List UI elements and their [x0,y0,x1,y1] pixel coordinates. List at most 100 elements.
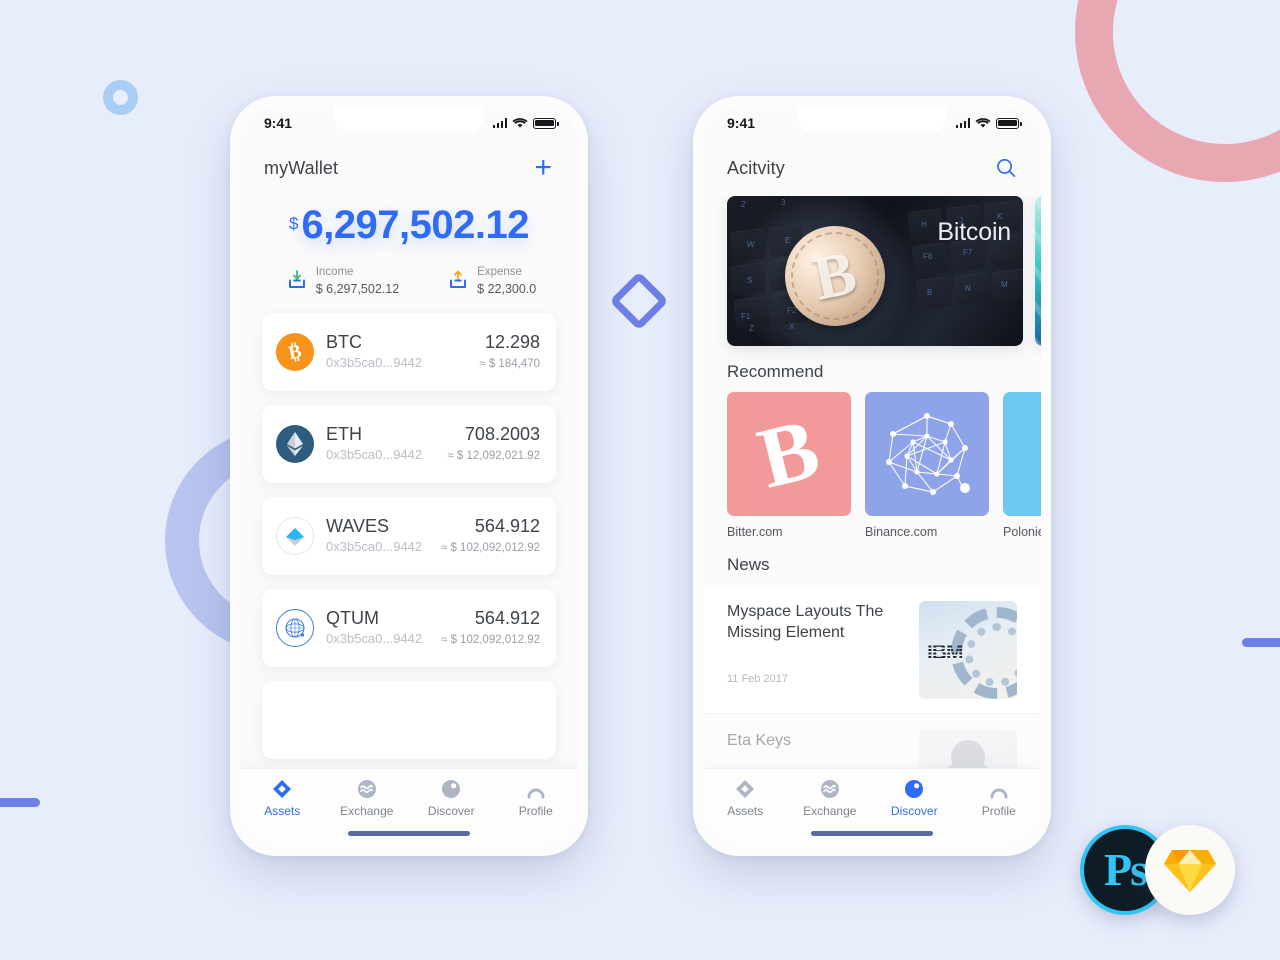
asset-fiat: ≈ $ 102,092,012.92 [440,633,540,646]
banner-bitcoin-keyboard[interactable]: F1 W S E F2 2 3 H J K B N M F6 F7 Z X B … [727,196,1023,346]
table-row[interactable]: QTUM 0x3b5ca0...9442 564.912 ≈ $ 102,092… [262,588,556,667]
cellular-signal-icon [492,118,507,128]
phone-discover: 9:41 Acitvity F1 W S E F2 2 3 H J K B N … [693,96,1051,856]
list-item[interactable]: Myspace Layouts The Missing Element 11 F… [703,585,1041,714]
decorative-diamond-icon [609,271,669,331]
discover-screen: 9:41 Acitvity F1 W S E F2 2 3 H J K B N … [703,106,1041,846]
balance-currency: $ [288,214,299,233]
page-title: myWallet [264,157,339,178]
asset-fiat: ≈ $ 102,092,012.92 [440,541,540,554]
income-icon [288,270,305,289]
wifi-icon [975,118,991,128]
asset-symbol: WAVES [326,516,390,537]
tab-assets[interactable]: Assets [710,779,780,818]
expense-label: Expense [477,266,522,278]
decorative-pink-ring [1075,0,1280,182]
asset-quantity: 708.2003 [464,424,540,445]
banner-caption: Bitcoin [937,218,1011,246]
recommend-title: Recommend [727,362,824,381]
home-indicator[interactable] [811,831,933,836]
wifi-icon [512,118,528,128]
tab-label: Profile [518,804,553,818]
asset-address: 0x3b5ca0...9442 [326,538,423,554]
add-wallet-button[interactable]: + [532,153,554,183]
sketch-badge [1145,825,1235,915]
tab-label: Profile [981,804,1016,818]
discover-tabbar[interactable]: Assets Exchange Discover Profile [703,768,1041,846]
status-time: 9:41 [727,115,756,131]
discover-body: F1 W S E F2 2 3 H J K B N M F6 F7 Z X B … [703,196,1041,768]
table-row[interactable]: ETH 0x3b5ca0...9442 708.2003 ≈ $ 12,092,… [262,404,556,483]
profile-icon [527,788,545,799]
waves-icon [276,516,314,555]
tab-assets[interactable]: Assets [247,779,317,818]
banner-carousel[interactable]: F1 W S E F2 2 3 H J K B N M F6 F7 Z X B … [703,196,1041,346]
recommend-row[interactable]: B Bitter.com Binance.com Poloni [703,392,1041,539]
flows-row: Income $ 6,297,502.12 Expense $ 22,300.0 [240,262,578,299]
photoshop-label: Ps [1104,844,1148,895]
expense-icon [450,270,467,289]
asset-address: 0x3b5ca0...9442 [326,446,423,462]
tab-label: Discover [890,804,938,818]
income-label: Income [315,266,354,278]
poloniex-icon [1003,392,1041,516]
asset-quantity: 564.912 [474,608,540,629]
tab-label: Assets [264,804,301,818]
tab-label: Exchange [340,804,394,818]
asset-quantity: 564.912 [474,516,540,537]
tab-label: Exchange [803,804,857,818]
tab-profile[interactable]: Profile [501,779,571,818]
battery-icon [996,117,1022,129]
wallet-header: myWallet + [240,140,578,196]
income-value: $ 6,297,502.12 [315,282,400,297]
page-title: Acitvity [727,157,785,178]
qtum-icon [276,608,314,647]
tab-exchange[interactable]: Exchange [332,779,402,818]
news-list[interactable]: Myspace Layouts The Missing Element 11 F… [703,585,1041,768]
asset-address: 0x3b5ca0...9442 [326,630,423,646]
discover-icon [905,780,924,798]
tab-discover[interactable]: Discover [416,779,486,818]
tab-exchange[interactable]: Exchange [795,779,865,818]
wallet-screen: 9:41 myWallet + $ 6,297,502.12 Income $ … [240,106,578,846]
network-graph-icon [865,392,989,516]
search-button[interactable] [995,157,1017,179]
assets-icon [736,780,755,798]
profile-icon [990,788,1008,799]
wallet-tabbar[interactable]: Assets Exchange Discover Profile [240,768,578,846]
recommend-item-bitter[interactable]: B Bitter.com [727,392,851,539]
balance-amount: 6,297,502.12 [301,203,530,247]
news-item-date: 11 Feb 2017 [727,673,788,686]
asset-symbol: BTC [326,332,362,353]
exchange-icon [820,780,839,798]
status-time: 9:41 [264,115,293,131]
banner-teal[interactable] [1035,196,1041,346]
phone-wallet: 9:41 myWallet + $ 6,297,502.12 Income $ … [230,96,588,856]
decorative-bar-left [0,798,40,807]
app-badges: Ps [1080,825,1240,915]
tab-profile[interactable]: Profile [964,779,1034,818]
recommend-item-binance[interactable]: Binance.com [865,392,989,539]
eth-icon [276,424,314,463]
home-indicator[interactable] [348,831,470,836]
recommend-item-poloniex[interactable]: Poloniex [1003,392,1041,539]
news-thumbnail [919,730,1017,768]
asset-symbol: ETH [326,424,362,445]
bitcoin-glyph-icon: B [727,392,851,516]
income-flow: Income $ 6,297,502.12 [286,262,399,299]
balance-block: $ 6,297,502.12 Income $ 6,297,502.12 Exp… [240,196,578,303]
asset-list[interactable]: B BTC 0x3b5ca0...9442 12.298 ≈ $ 184,470… [240,303,578,768]
sketch-diamond-icon [1164,850,1216,892]
cellular-signal-icon [955,118,970,128]
table-row[interactable]: B BTC 0x3b5ca0...9442 12.298 ≈ $ 184,470 [262,312,556,391]
news-title: News [727,555,770,574]
list-item[interactable]: Eta Keys [703,714,1041,768]
decorative-blue-circle [103,80,138,115]
table-row[interactable]: WAVES 0x3b5ca0...9442 564.912 ≈ $ 102,09… [262,496,556,575]
expense-flow: Expense $ 22,300.0 [447,262,536,299]
tab-label: Assets [727,804,764,818]
table-row-partial[interactable] [262,680,556,759]
status-bar: 9:41 [703,106,1041,140]
news-item-title: Myspace Layouts The Missing Element [727,603,884,642]
tab-discover[interactable]: Discover [879,779,949,818]
